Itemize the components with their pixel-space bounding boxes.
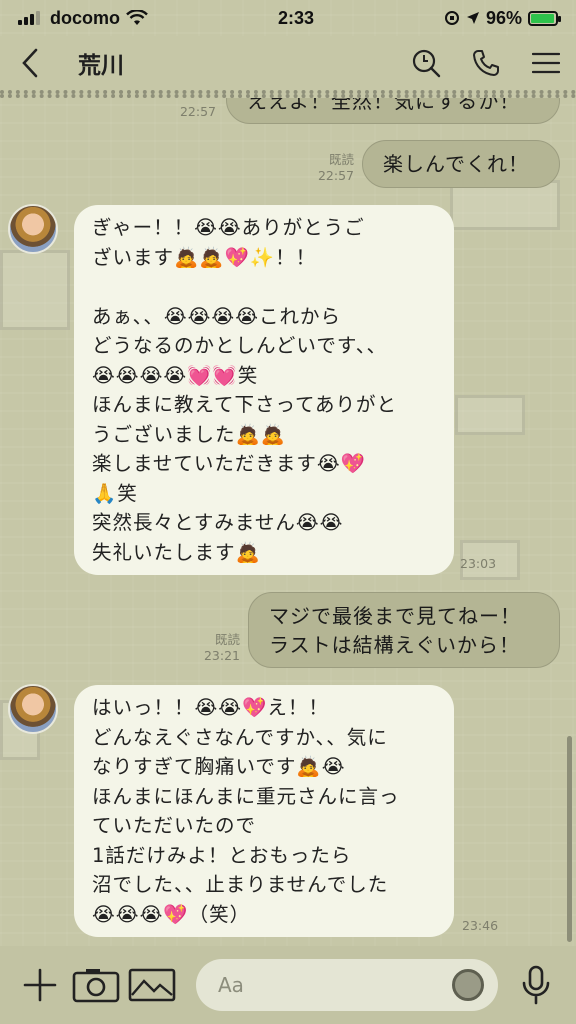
read-receipt: 既読 [214,632,240,647]
location-icon [466,12,479,24]
message-time: 23:03 [460,556,497,571]
avatar[interactable] [8,204,58,254]
chat-header-foreground: 荒川 [0,36,576,94]
read-receipt: 既読 [328,152,354,167]
battery-icon [528,10,561,26]
menu-button[interactable] [516,34,576,92]
message-outgoing[interactable]: マジで最後まで見てねー！ ラストは結構えぐいから！ [248,592,560,668]
chat-title: 荒川 [78,53,124,79]
message-bubble: はいっ！！😭😭💖え！！ どんなえぐさなんですか、、気に なりすぎて胸痛いです🙇😭… [74,685,454,937]
camera-button[interactable] [68,957,124,1013]
back-button[interactable] [0,34,60,92]
status-bar: docomo 2:33 96% [0,0,576,36]
message-time: 22:57 [179,104,216,119]
carrier-name: docomo [50,7,120,28]
message-bubble: ぎゃー！！😭😭ありがとうご ざいます🙇🙇💖✨！！ あぁ、、😭😭😭😭これから どう… [74,205,454,575]
message-meta: 既読 22:57 [296,152,354,184]
voice-button[interactable] [508,957,564,1013]
call-button[interactable] [456,34,516,92]
message-time: 23:21 [203,648,240,663]
image-icon [128,968,176,1002]
back-chevron-icon [22,48,38,78]
orientation-lock-icon [444,11,459,25]
phone-icon [473,50,499,76]
menu-icon [532,52,560,74]
message-time: 23:46 [462,918,499,933]
search-icon [412,49,441,78]
message-bubble: マジで最後まで見てねー！ ラストは結構えぐいから！ [248,592,560,668]
message-incoming[interactable]: はいっ！！😭😭💖え！！ どんなえぐさなんですか、、気に なりすぎて胸痛いです🙇😭… [74,685,454,937]
message-input-placeholder: Aa [218,973,244,997]
message-time: 22:57 [317,168,354,183]
avatar[interactable] [8,684,58,734]
add-button[interactable] [12,957,68,1013]
image-button[interactable] [124,957,180,1013]
scrollbar[interactable] [567,736,572,942]
battery-percentage: 96% [485,7,522,28]
status-time: 2:33 [277,7,314,28]
input-bar: Aa [0,946,576,1024]
message-meta: 既読 23:21 [182,632,240,664]
emoji-icon[interactable] [452,969,484,1001]
search-button[interactable] [396,34,456,92]
message-outgoing[interactable]: 楽しんでくれ！ [362,140,560,188]
message-incoming[interactable]: ぎゃー！！😭😭ありがとうご ざいます🙇🙇💖✨！！ あぁ、、😭😭😭😭これから どう… [74,205,454,575]
wifi-icon [126,10,148,25]
camera-icon [72,969,120,1003]
message-bubble: 楽しんでくれ！ [362,140,560,188]
plus-icon [23,968,57,1002]
battery-fill [531,13,555,23]
message-input[interactable]: Aa [196,959,498,1011]
signal-icon [18,11,40,25]
microphone-icon [522,965,550,1005]
